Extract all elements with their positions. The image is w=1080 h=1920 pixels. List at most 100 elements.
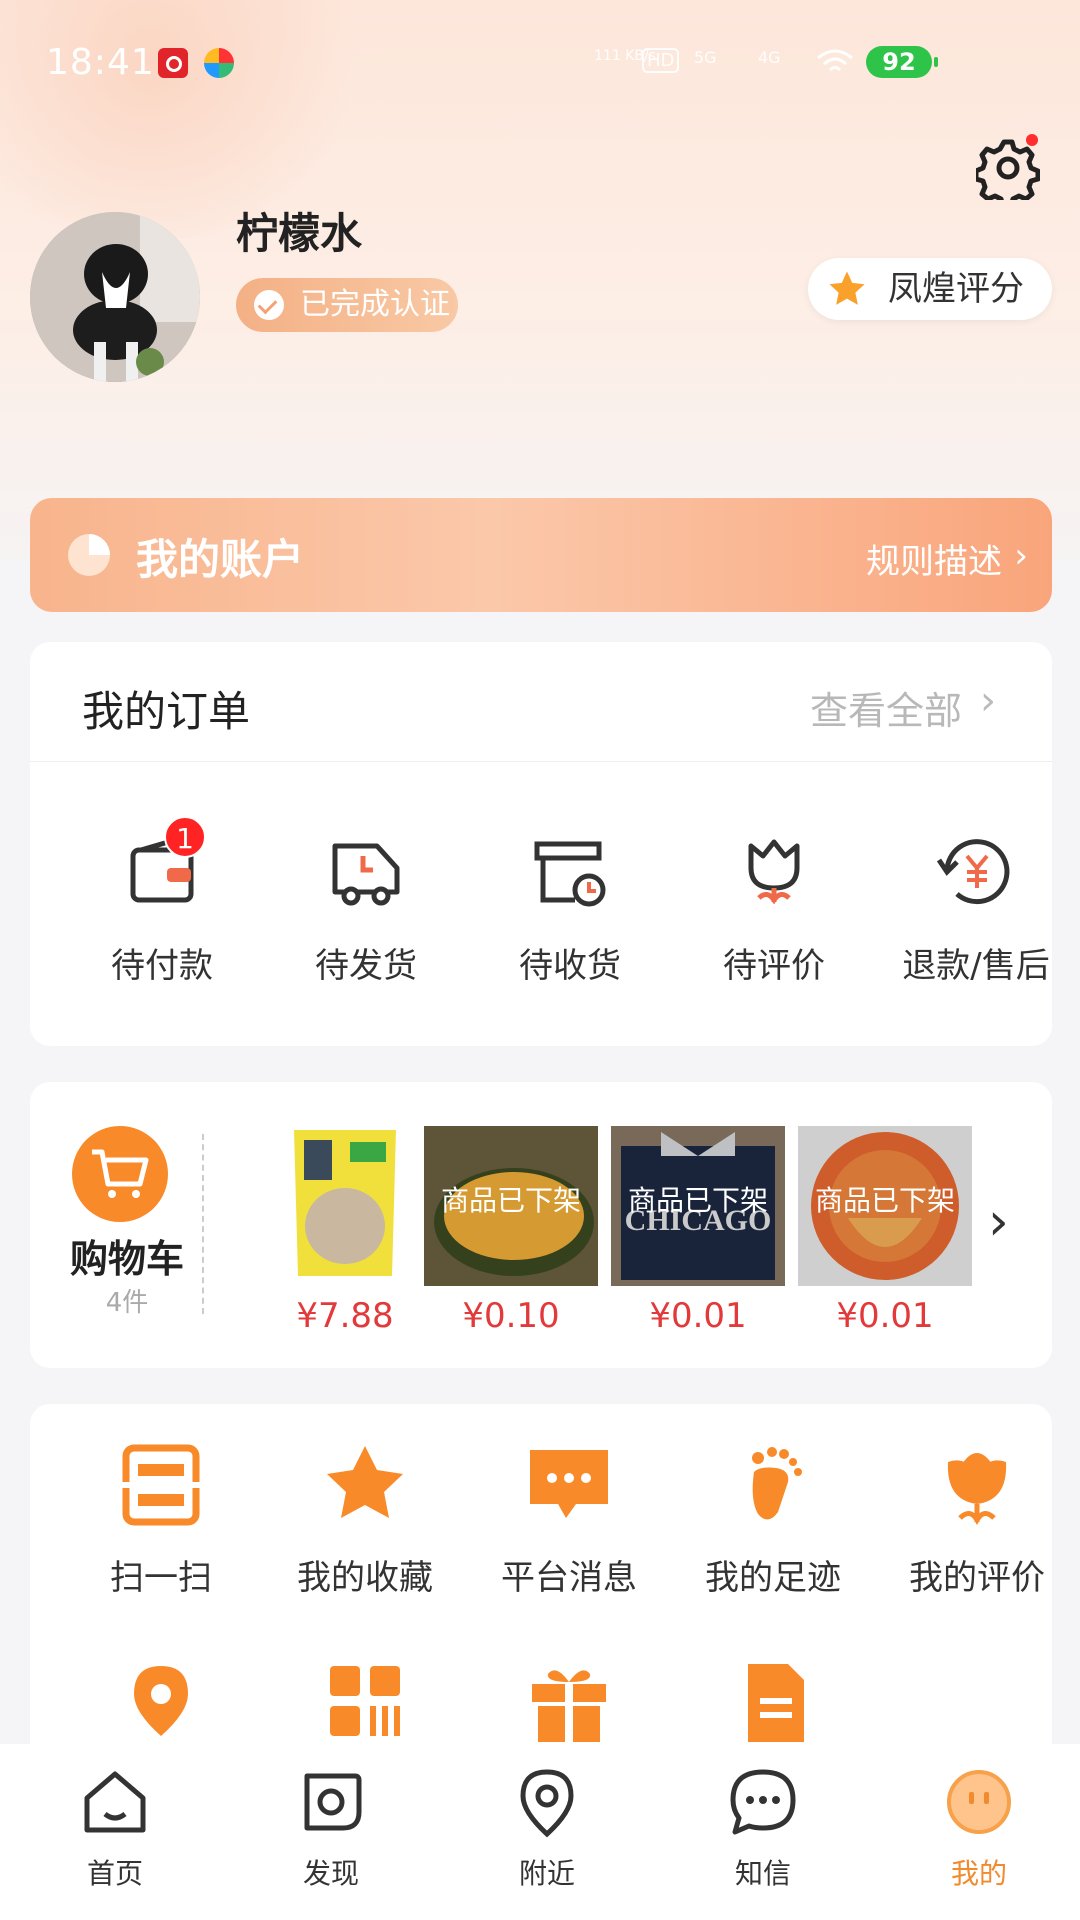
chevron-right-icon: › <box>980 678 996 724</box>
document-icon <box>748 1664 804 1742</box>
nav-profile[interactable]: 我的 <box>904 1766 1054 1892</box>
off-shelf-label <box>258 1126 432 1286</box>
orders-header: 我的订单 查看全部 › <box>30 642 1052 762</box>
gift-icon <box>532 1670 606 1742</box>
status-time: 18:41 <box>46 42 155 83</box>
nav-messages[interactable]: 知信 <box>688 1766 838 1892</box>
tool-label: 我的评价 <box>909 1558 1045 1598</box>
discover-icon <box>304 1773 362 1831</box>
cart-product[interactable]: 商品已下架 ¥0.01 <box>798 1126 972 1336</box>
product-image: CHICAGO 商品已下架 <box>611 1126 785 1286</box>
tool-label: 我的收藏 <box>297 1558 433 1598</box>
avatar[interactable] <box>30 212 200 382</box>
order-pending-review[interactable]: 待评价 <box>674 830 874 987</box>
product-price: ¥0.01 <box>836 1296 934 1336</box>
cart-product[interactable]: CHICAGO 商品已下架 ¥0.01 <box>611 1126 785 1336</box>
cart-count: 4件 <box>105 1288 149 1318</box>
chevron-right-icon: › <box>1014 536 1028 576</box>
cart-product[interactable]: 商品已下架 ¥0.10 <box>424 1126 598 1336</box>
view-all-orders-link[interactable]: 查看全部 <box>810 680 962 735</box>
nav-discover[interactable]: 发现 <box>256 1766 406 1892</box>
account-banner[interactable]: 我的账户 规则描述 › <box>30 498 1052 612</box>
account-title: 我的账户 <box>136 535 305 584</box>
tool-address[interactable] <box>66 1660 256 1746</box>
cart-label[interactable]: 购物车 <box>60 1228 194 1283</box>
tool-qrcode[interactable] <box>270 1660 460 1746</box>
footprint-icon <box>752 1447 802 1520</box>
rule-description-link[interactable]: 规则描述 <box>866 534 1002 583</box>
username: 柠檬水 <box>236 209 363 258</box>
tool-label: 我的足迹 <box>705 1558 841 1598</box>
star-icon <box>327 1446 403 1518</box>
product-image: 商品已下架 <box>424 1126 598 1286</box>
location-pin-icon <box>520 1769 574 1838</box>
dog-photo <box>30 212 200 382</box>
nav-label: 我的 <box>950 1857 1007 1890</box>
orders-title: 我的订单 <box>82 687 251 736</box>
order-label: 退款/售后 <box>902 946 1050 986</box>
battery-indicator: 92 <box>866 46 938 78</box>
tool-reviews[interactable]: 我的评价 <box>882 1442 1072 1599</box>
hd-icon: HD <box>642 48 680 73</box>
location-icon <box>134 1666 188 1736</box>
home-icon <box>84 1771 146 1833</box>
tulip-icon <box>947 1453 1007 1525</box>
delivery-truck-icon <box>332 843 400 906</box>
refund-icon <box>936 839 1010 905</box>
tool-gift[interactable] <box>474 1660 664 1746</box>
chevron-right-icon[interactable]: › <box>988 1192 1009 1252</box>
nav-label: 附近 <box>518 1857 575 1890</box>
product-price: ¥0.10 <box>462 1296 560 1336</box>
off-shelf-label: 商品已下架 <box>611 1126 785 1286</box>
chat-icon <box>730 1769 796 1835</box>
star-icon <box>829 271 865 305</box>
tulip-icon <box>748 839 800 905</box>
divider <box>202 1134 204 1314</box>
notification-dot <box>1026 134 1038 146</box>
cart-card: 购物车 4件 ¥7.88 商品已下架 ¥0.10 CHICAGO 商品已下架 ¥… <box>30 1082 1052 1368</box>
product-price: ¥0.01 <box>649 1296 747 1336</box>
verified-label: 已完成认证 <box>300 287 450 322</box>
profile-face-icon <box>947 1770 1011 1834</box>
tool-label: 扫一扫 <box>110 1558 212 1598</box>
nav-home[interactable]: 首页 <box>40 1766 190 1892</box>
verified-badge[interactable]: 已完成认证 <box>236 278 458 332</box>
product-price: ¥7.88 <box>296 1296 394 1336</box>
cart-button[interactable] <box>72 1126 168 1222</box>
order-pending-shipment[interactable]: 待发货 <box>266 830 466 987</box>
scan-icon <box>120 1444 202 1526</box>
off-shelf-label: 商品已下架 <box>424 1126 598 1286</box>
order-pending-payment[interactable]: 1 待付款 <box>62 816 262 987</box>
wifi-icon <box>817 49 853 72</box>
tool-label: 平台消息 <box>501 1558 637 1598</box>
music-app-icon <box>158 48 188 78</box>
cart-product[interactable]: ¥7.88 <box>258 1126 432 1336</box>
order-count-badge: 1 <box>164 816 206 858</box>
order-refund-aftersale[interactable]: 退款/售后 <box>876 830 1076 987</box>
orders-card: 我的订单 查看全部 › 1 待付款 待发货 待收货 待评价 退款/售后 <box>30 642 1052 1046</box>
tool-footprints[interactable]: 我的足迹 <box>678 1442 868 1599</box>
nav-label: 首页 <box>86 1857 143 1890</box>
message-icon <box>530 1450 608 1518</box>
package-clock-icon <box>534 841 606 907</box>
order-pending-receipt[interactable]: 待收货 <box>470 830 670 987</box>
shopping-cart-icon <box>92 1149 149 1198</box>
order-label: 待收货 <box>519 946 621 986</box>
score-label: 凤煌评分 <box>888 269 1024 309</box>
order-label: 待发货 <box>315 946 417 986</box>
tool-scan[interactable]: 扫一扫 <box>66 1442 256 1599</box>
product-image: 商品已下架 <box>798 1126 972 1286</box>
bottom-navigation: 首页 发现 附近 知信 我的 <box>0 1744 1080 1920</box>
tool-document[interactable] <box>678 1660 868 1746</box>
score-button[interactable]: 凤煌评分 <box>808 258 1052 320</box>
nav-label: 发现 <box>302 1857 359 1890</box>
order-label: 待评价 <box>723 946 825 986</box>
nav-label: 知信 <box>734 1857 791 1890</box>
tool-favorites[interactable]: 我的收藏 <box>270 1442 460 1599</box>
signal-5g-icon: 5G <box>694 48 717 67</box>
status-bar: 18:41 111 KB/s HD 5G 4G 92 <box>0 0 1080 126</box>
nav-nearby[interactable]: 附近 <box>472 1766 622 1892</box>
pie-chart-icon <box>68 534 110 576</box>
browser-app-icon <box>204 48 234 78</box>
tool-messages[interactable]: 平台消息 <box>474 1442 664 1599</box>
